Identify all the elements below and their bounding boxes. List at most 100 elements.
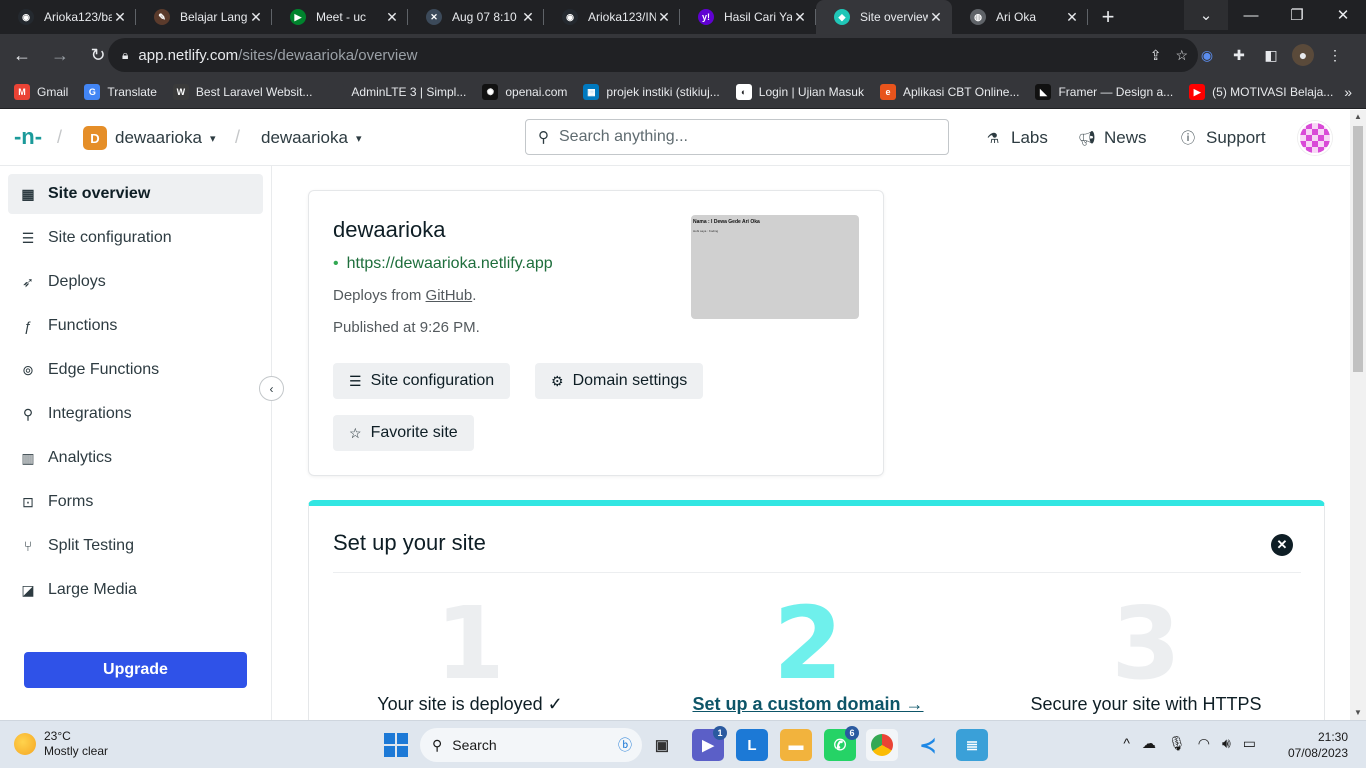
bookmark-item[interactable]: W Best Laravel Websit... [172, 84, 312, 100]
side-panel-icon[interactable]: ◧ [1260, 44, 1282, 66]
collapse-sidebar-icon[interactable]: ‹ [259, 376, 284, 401]
minimize-icon[interactable]: — [1228, 0, 1274, 30]
site-preview-thumbnail[interactable]: Nama : I Dewa Gede Ari Oka Hobi saya : K… [691, 215, 859, 319]
site-configuration-button[interactable]: ☰ Site configuration [333, 363, 511, 399]
battery-icon[interactable]: ▭ [1243, 735, 1256, 752]
close-window-icon[interactable]: ✕ [1320, 0, 1366, 30]
close-tab-icon[interactable]: ✕ [656, 9, 672, 26]
menu-dots-icon[interactable]: ⋮ [1324, 44, 1346, 66]
close-tab-icon[interactable]: ✕ [1064, 9, 1080, 26]
wifi-icon[interactable]: ◠ [1198, 735, 1210, 752]
vscode-icon[interactable]: ≺ [912, 729, 944, 761]
taskbar-search[interactable]: ⚲ Search ⓑ [420, 728, 642, 762]
puzzle-icon[interactable]: ✚ [1228, 44, 1250, 66]
trello-icon: ▦ [583, 84, 600, 100]
whatsapp-icon[interactable]: ✆ 6 [824, 726, 859, 761]
close-icon[interactable]: ✕ [1271, 534, 1293, 556]
team-switcher[interactable]: dewaarioka ▾ [115, 128, 215, 148]
app-l-icon[interactable]: L [736, 729, 768, 761]
tab-search-icon[interactable]: ⌄ [1184, 0, 1228, 30]
domain-settings-button[interactable]: ⚙ Domain settings [535, 363, 704, 399]
profile-avatar-icon[interactable]: ● [1292, 44, 1314, 66]
bookmark-item[interactable]: AdminLTE 3 | Simpl... [328, 84, 466, 100]
bar-chart-icon: ▥ [21, 449, 35, 466]
favorite-site-button[interactable]: ☆ Favorite site [333, 415, 474, 451]
page-scrollbar[interactable]: ▲ ▼ [1350, 110, 1366, 720]
teams-icon[interactable]: ▶ 1 [692, 726, 727, 761]
sidebar-item-analytics[interactable]: ▥ Analytics [8, 438, 263, 478]
volume-icon[interactable]: 🔊︎ [1222, 735, 1231, 752]
browser-tab[interactable]: ✎ Belajar Langk ✕ [136, 0, 272, 34]
microphone-icon[interactable]: 🎙︎ [1168, 735, 1186, 752]
browser-tab[interactable]: ◆ Site overview ✕ [816, 0, 952, 34]
site-url-link[interactable]: • https://dewaarioka.netlify.app [333, 255, 553, 273]
news-link[interactable]: 📢︎ News [1078, 128, 1147, 148]
bookmark-item[interactable]: ▦ projek instiki (stikiuj... [583, 84, 720, 100]
sidebar-item-edge-functions[interactable]: ⊚ Edge Functions [8, 350, 263, 390]
chrome-icon[interactable] [866, 729, 898, 761]
team-avatar[interactable]: D [83, 126, 107, 150]
bookmark-item[interactable]: ◐ Login | Ujian Masuk [735, 84, 864, 100]
browser-tab[interactable]: ◉ Arioka123/ba ✕ [0, 0, 136, 34]
close-tab-icon[interactable]: ✕ [248, 9, 264, 26]
browser-tab[interactable]: ▶ Meet - uc ✕ [272, 0, 408, 34]
sidebar-item-functions[interactable]: ƒ Functions [8, 306, 263, 346]
scroll-down-icon[interactable]: ▼ [1350, 706, 1366, 720]
sidebar-item-site-configuration[interactable]: ☰ Site configuration [8, 218, 263, 258]
bookmark-item[interactable]: G Translate [84, 84, 157, 100]
weather-widget[interactable]: 23°C Mostly clear [14, 729, 108, 759]
bookmark-item[interactable]: M Gmail [14, 84, 68, 100]
file-explorer-icon[interactable]: ▬ [780, 729, 812, 761]
sidebar-item-large-media[interactable]: ◪ Large Media [8, 570, 263, 610]
share-icon[interactable]: ⇪ [1150, 47, 1162, 64]
bookmark-item[interactable]: ◣ Framer — Design a... [1035, 84, 1173, 100]
onedrive-icon[interactable]: ☁ [1142, 735, 1156, 752]
address-bar[interactable]: 🔒︎ app.netlify.com/sites/dewaarioka/over… [108, 38, 1198, 72]
close-tab-icon[interactable]: ✕ [384, 9, 400, 26]
task-view-icon[interactable]: ▣ [646, 729, 678, 761]
notepad-icon[interactable]: ≣ [956, 729, 988, 761]
search-icon: ⚲ [538, 129, 549, 146]
bookmark-item[interactable]: ✺ openai.com [482, 84, 567, 100]
scroll-up-icon[interactable]: ▲ [1350, 110, 1366, 124]
forward-icon[interactable]: → [44, 39, 76, 71]
breadcrumb-separator: / [57, 127, 63, 147]
search-input[interactable]: ⚲ Search anything... [525, 119, 949, 155]
close-tab-icon[interactable]: ✕ [520, 9, 536, 26]
sidebar-item-site-overview[interactable]: ▦ Site overview [8, 174, 263, 214]
upgrade-button[interactable]: Upgrade [24, 652, 247, 688]
extension-icon[interactable]: ◉ [1196, 44, 1218, 66]
new-tab-button[interactable]: + [1088, 0, 1128, 34]
close-tab-icon[interactable]: ✕ [792, 9, 808, 26]
support-link[interactable]: ⓘ Support [1180, 128, 1266, 148]
back-icon[interactable]: ← [6, 39, 38, 71]
github-link[interactable]: GitHub [426, 287, 473, 304]
rocket-icon: ➶ [22, 273, 34, 290]
close-tab-icon[interactable]: ✕ [112, 9, 128, 26]
close-tab-icon[interactable]: ✕ [928, 9, 944, 26]
browser-tab[interactable]: ◉ Arioka123/IN ✕ [544, 0, 680, 34]
browser-tab[interactable]: ◍ Ari Oka ✕ [952, 0, 1088, 34]
restore-icon[interactable]: ❐ [1274, 0, 1320, 30]
bookmark-item[interactable]: ▶ (5) MOTIVASI Belaja... [1189, 84, 1333, 100]
netlify-logo-icon[interactable]: -n- [12, 124, 44, 152]
scrollbar-thumb[interactable] [1353, 126, 1363, 372]
windows-start-icon[interactable] [384, 733, 408, 757]
custom-domain-link[interactable]: Set up a custom domain → [643, 694, 973, 715]
toggle-settings-icon: ☰ [349, 372, 362, 389]
sidebar-item-forms[interactable]: ⊡ Forms [8, 482, 263, 522]
user-avatar[interactable] [1298, 121, 1332, 155]
browser-tab[interactable]: ✕Aug 07 8:10 P✕ [408, 0, 544, 34]
sidebar-item-integrations[interactable]: ⚲ Integrations [8, 394, 263, 434]
clock[interactable]: 21:30 07/08/2023 [1288, 729, 1348, 761]
bookmarks-more-icon[interactable]: » [1344, 84, 1352, 100]
chevron-up-icon[interactable]: ^ [1123, 735, 1130, 752]
browser-tab[interactable]: y! Hasil Cari Yah✕ [680, 0, 816, 34]
site-switcher[interactable]: dewaarioka ▾ [261, 128, 361, 148]
bookmark-item[interactable]: e Aplikasi CBT Online... [879, 84, 1019, 100]
labs-link[interactable]: ⚗ Labs [985, 128, 1048, 148]
sidebar-item-label: Edge Functions [48, 361, 160, 378]
bookmark-star-icon[interactable]: ☆ [1175, 47, 1188, 64]
sidebar-item-split-testing[interactable]: ⑂ Split Testing [8, 526, 263, 566]
sidebar-item-deploys[interactable]: ➶ Deploys [8, 262, 263, 302]
